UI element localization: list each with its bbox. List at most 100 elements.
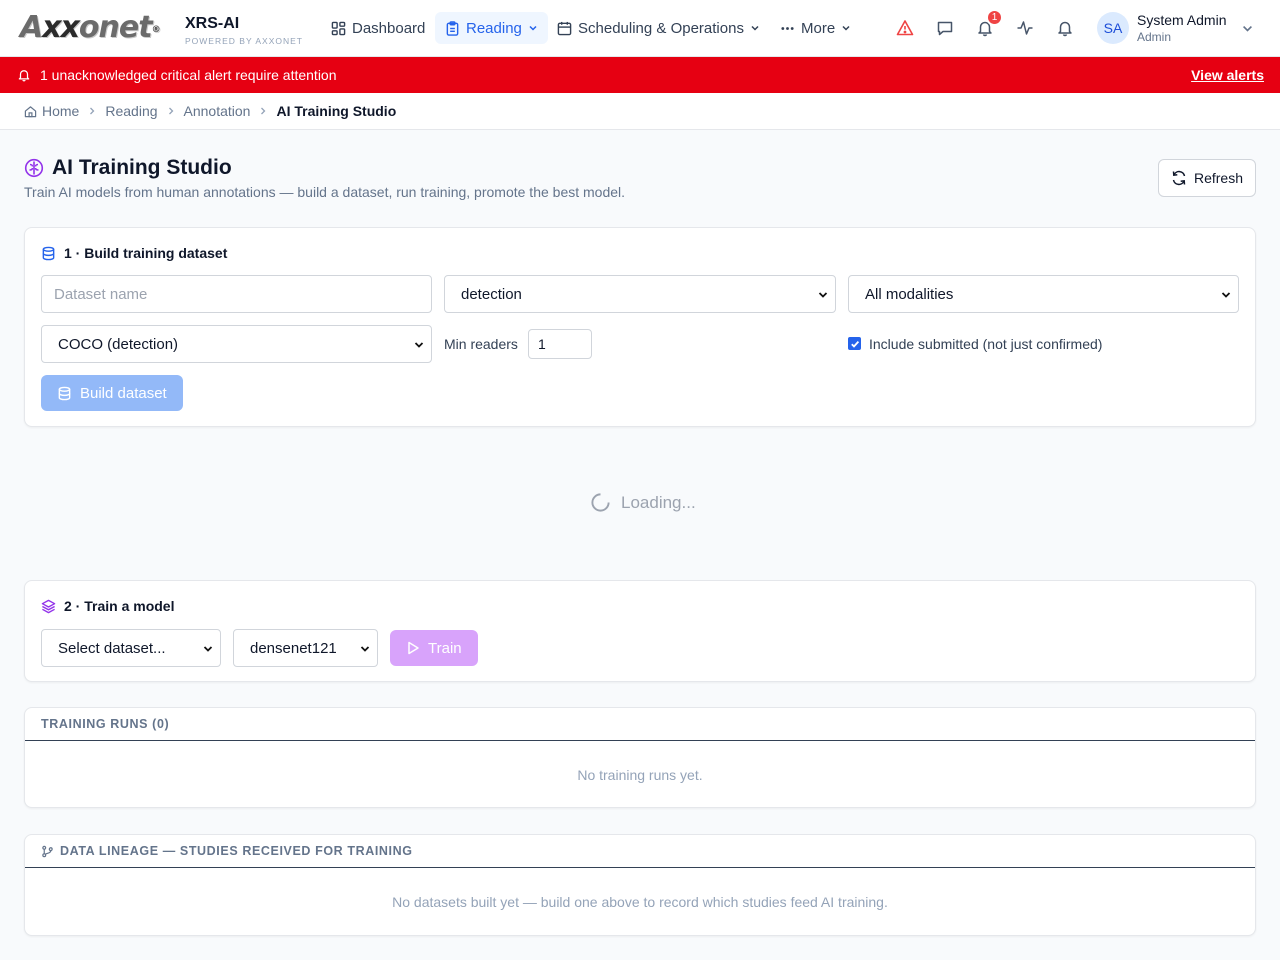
- powered-by: POWERED BY AXXONET: [185, 36, 303, 46]
- nav-more-label: More: [801, 19, 836, 37]
- checkmark-icon: [850, 340, 859, 348]
- export-format-select[interactable]: COCO (detection): [41, 325, 432, 363]
- divider: [25, 867, 1255, 868]
- page-title: AI Training Studio: [52, 156, 232, 179]
- page-subtitle: Train AI models from human annotations —…: [24, 184, 626, 200]
- min-readers-input[interactable]: 1: [528, 329, 592, 359]
- divider: [25, 740, 1255, 741]
- breadcrumb-home[interactable]: Home: [42, 103, 79, 119]
- chevron-down-icon: [360, 646, 370, 652]
- data-lineage-title: DATA LINEAGE — STUDIES RECEIVED FOR TRAI…: [60, 844, 413, 858]
- user-menu[interactable]: System Admin Admin: [1137, 12, 1226, 45]
- alert-message: 1 unacknowledged critical alert require …: [40, 67, 337, 83]
- refresh-button[interactable]: Refresh: [1158, 159, 1256, 197]
- top-navigation: Axxonet® XRS-AI POWERED BY AXXONET Dashb…: [0, 0, 1280, 57]
- user-name: System Admin: [1137, 12, 1227, 28]
- home-icon: [24, 105, 37, 117]
- loading-indicator: Loading...: [590, 492, 696, 513]
- app-name: XRS-AI: [185, 15, 240, 32]
- nav-reading-label: Reading: [466, 19, 522, 37]
- train-model-card: 2 · Train a model Select dataset... dens…: [24, 580, 1256, 682]
- build-dataset-button-label: Build dataset: [80, 384, 167, 402]
- chevron-down-icon: [751, 25, 759, 31]
- loading-text: Loading...: [621, 492, 696, 512]
- messages-button[interactable]: [934, 17, 956, 39]
- nav-scheduling[interactable]: Scheduling & Operations: [547, 12, 770, 44]
- training-runs-heading: TRAINING RUNS (0): [41, 717, 170, 731]
- task-type-value: detection: [461, 285, 522, 303]
- architecture-value: densenet121: [250, 639, 337, 657]
- dashboard-icon: [331, 21, 346, 35]
- data-lineage-card: DATA LINEAGE — STUDIES RECEIVED FOR TRAI…: [24, 834, 1256, 936]
- chevron-right-icon: [90, 107, 95, 115]
- breadcrumb-annotation[interactable]: Annotation: [184, 103, 251, 119]
- user-role: Admin: [1137, 30, 1172, 44]
- refresh-icon: [1172, 170, 1186, 186]
- nav-scheduling-label: Scheduling & Operations: [578, 19, 744, 37]
- include-submitted-checkbox[interactable]: [848, 337, 861, 350]
- database-icon: [58, 386, 71, 400]
- refresh-label: Refresh: [1193, 170, 1244, 186]
- build-dataset-button[interactable]: Build dataset: [41, 375, 183, 411]
- training-runs-empty: No training runs yet.: [577, 767, 703, 783]
- database-icon: [42, 246, 55, 260]
- calendar-icon: [557, 21, 572, 35]
- min-readers-value: 1: [538, 336, 546, 352]
- view-alerts-link[interactable]: View alerts: [1191, 67, 1264, 83]
- build-dataset-heading: 1 · Build training dataset: [41, 245, 227, 261]
- nav-more[interactable]: More: [770, 12, 861, 44]
- git-branch-icon: [42, 845, 53, 857]
- nav-dashboard[interactable]: Dashboard: [321, 12, 435, 44]
- export-format-value: COCO (detection): [58, 335, 179, 353]
- build-dataset-title: 1 · Build training dataset: [64, 245, 228, 261]
- train-button[interactable]: Train: [390, 630, 478, 666]
- include-submitted-label: Include submitted (not just confirmed): [869, 336, 1103, 352]
- dataset-select-value: Select dataset...: [58, 639, 166, 657]
- data-lineage-heading: DATA LINEAGE — STUDIES RECEIVED FOR TRAI…: [41, 844, 413, 858]
- activity-button[interactable]: [1014, 17, 1036, 39]
- modality-select[interactable]: All modalities: [848, 275, 1239, 313]
- train-model-heading: 2 · Train a model: [41, 598, 174, 614]
- layers-icon: [41, 599, 56, 613]
- train-model-title: 2 · Train a model: [64, 598, 175, 614]
- chevron-right-icon: [168, 107, 173, 115]
- chevron-down-icon[interactable]: [1241, 22, 1254, 35]
- chevron-down-icon: [842, 25, 850, 31]
- axxonet-logo[interactable]: Axxonet®: [20, 12, 161, 44]
- chat-icon: [937, 21, 953, 36]
- play-icon: [408, 641, 419, 655]
- chevron-down-icon: [203, 646, 213, 652]
- ellipsis-icon: [781, 26, 794, 30]
- build-dataset-card: 1 · Build training dataset Dataset name …: [24, 227, 1256, 427]
- avatar[interactable]: SA: [1097, 12, 1129, 44]
- critical-alert-banner: 1 unacknowledged critical alert require …: [0, 57, 1280, 93]
- breadcrumb-reading[interactable]: Reading: [105, 103, 157, 119]
- dataset-select[interactable]: Select dataset...: [41, 629, 221, 667]
- notification-badge: 1: [986, 9, 1003, 26]
- data-lineage-empty: No datasets built yet — build one above …: [392, 894, 888, 910]
- chevron-down-icon: [414, 342, 424, 348]
- chevron-down-icon: [818, 292, 828, 298]
- clipboard-icon: [446, 20, 459, 36]
- bell-icon: [1058, 21, 1072, 37]
- task-type-select[interactable]: detection: [444, 275, 836, 313]
- nav-reading[interactable]: Reading: [435, 12, 548, 44]
- dataset-name-input[interactable]: Dataset name: [41, 275, 432, 313]
- chevron-right-icon: [261, 107, 266, 115]
- breadcrumb-current: AI Training Studio: [276, 103, 397, 119]
- critical-alert-button[interactable]: [894, 17, 916, 39]
- nav-dashboard-label: Dashboard: [352, 19, 426, 37]
- train-button-label: Train: [428, 639, 462, 657]
- spinner-icon: [591, 493, 610, 512]
- activity-icon: [1017, 21, 1033, 35]
- architecture-select[interactable]: densenet121: [233, 629, 378, 667]
- chevron-down-icon: [1221, 292, 1231, 298]
- brand: XRS-AI POWERED BY AXXONET: [185, 15, 303, 46]
- alerts-bell-button[interactable]: [1054, 17, 1076, 39]
- modality-value: All modalities: [865, 285, 954, 303]
- dataset-name-placeholder: Dataset name: [54, 285, 148, 303]
- chevron-down-icon: [529, 25, 537, 31]
- brain-icon: [24, 158, 44, 178]
- breadcrumb: Home Reading Annotation AI Training Stud…: [0, 93, 1280, 130]
- min-readers-label: Min readers: [444, 336, 518, 352]
